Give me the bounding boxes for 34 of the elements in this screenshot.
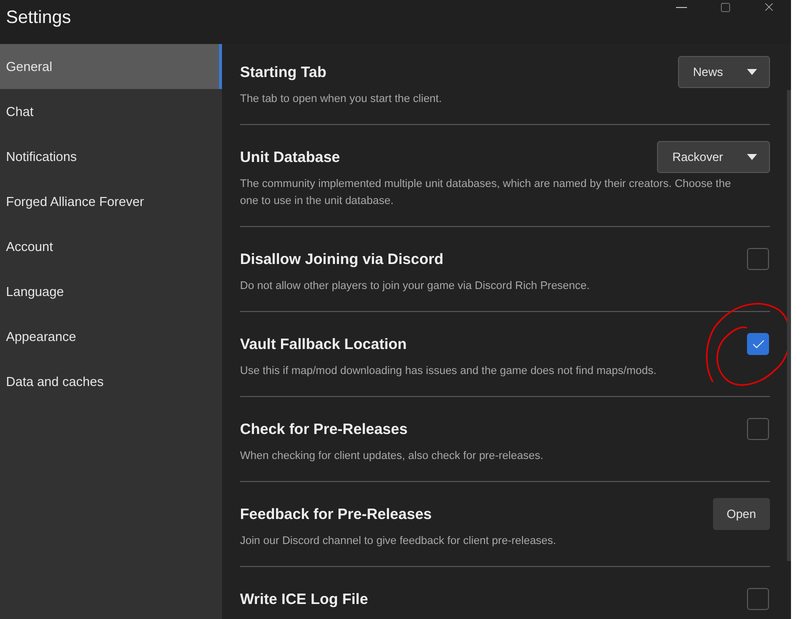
sidebar-item[interactable]: Appearance [0, 314, 222, 359]
maximize-icon [720, 2, 730, 12]
checkbox[interactable] [747, 248, 769, 270]
setting-description: When checking for client updates, also check for pre-releases. [240, 449, 544, 464]
setting-title: Write ICE Log File [240, 590, 368, 608]
setting-description: The community implemented multiple unit databases, which are named by their creators. Choose the one to use in the unit database. [240, 177, 732, 209]
sidebar-item[interactable]: Data and caches [0, 359, 222, 404]
scrollbar[interactable] [787, 90, 791, 561]
setting-description: Join our Discord channel to give feedback for client pre-releases. [240, 534, 558, 549]
dropdown[interactable]: News [678, 56, 770, 88]
caret-icon [747, 154, 757, 160]
window-title: Settings [6, 7, 72, 28]
setting-title: Unit Database [240, 148, 340, 166]
sidebar-item[interactable]: Account [0, 224, 222, 269]
open-button[interactable]: Open [712, 498, 770, 530]
sidebar-item[interactable]: General [0, 44, 222, 89]
checkbox[interactable] [747, 418, 769, 440]
checkbox[interactable] [747, 333, 769, 355]
minimize-icon [676, 6, 686, 8]
setting-title: Feedback for Pre-Releases [240, 506, 432, 522]
caret-icon [747, 69, 757, 75]
checkbox[interactable] [747, 588, 769, 610]
setting-title: Starting Tab [240, 64, 326, 80]
sidebar-item[interactable]: Language [0, 269, 222, 314]
setting-description: Do not allow other players to join your game via Discord Rich Presence. [240, 279, 591, 294]
setting-title: Check for Pre-Releases [240, 420, 408, 438]
setting-title: Vault Fallback Location [240, 336, 407, 352]
dropdown[interactable]: Rackover [657, 141, 770, 173]
sidebar-item[interactable]: Forged Alliance Forever [0, 179, 222, 224]
setting-title: Disallow Joining via Discord [240, 250, 444, 268]
setting-description: The tab to open when you start the client. [240, 92, 443, 107]
sidebar-item[interactable]: Chat [0, 89, 222, 134]
setting-description: Use this if map/mod downloading has issues and the game does not find maps/mods. [240, 364, 658, 379]
sidebar-item[interactable]: Notifications [0, 134, 222, 179]
